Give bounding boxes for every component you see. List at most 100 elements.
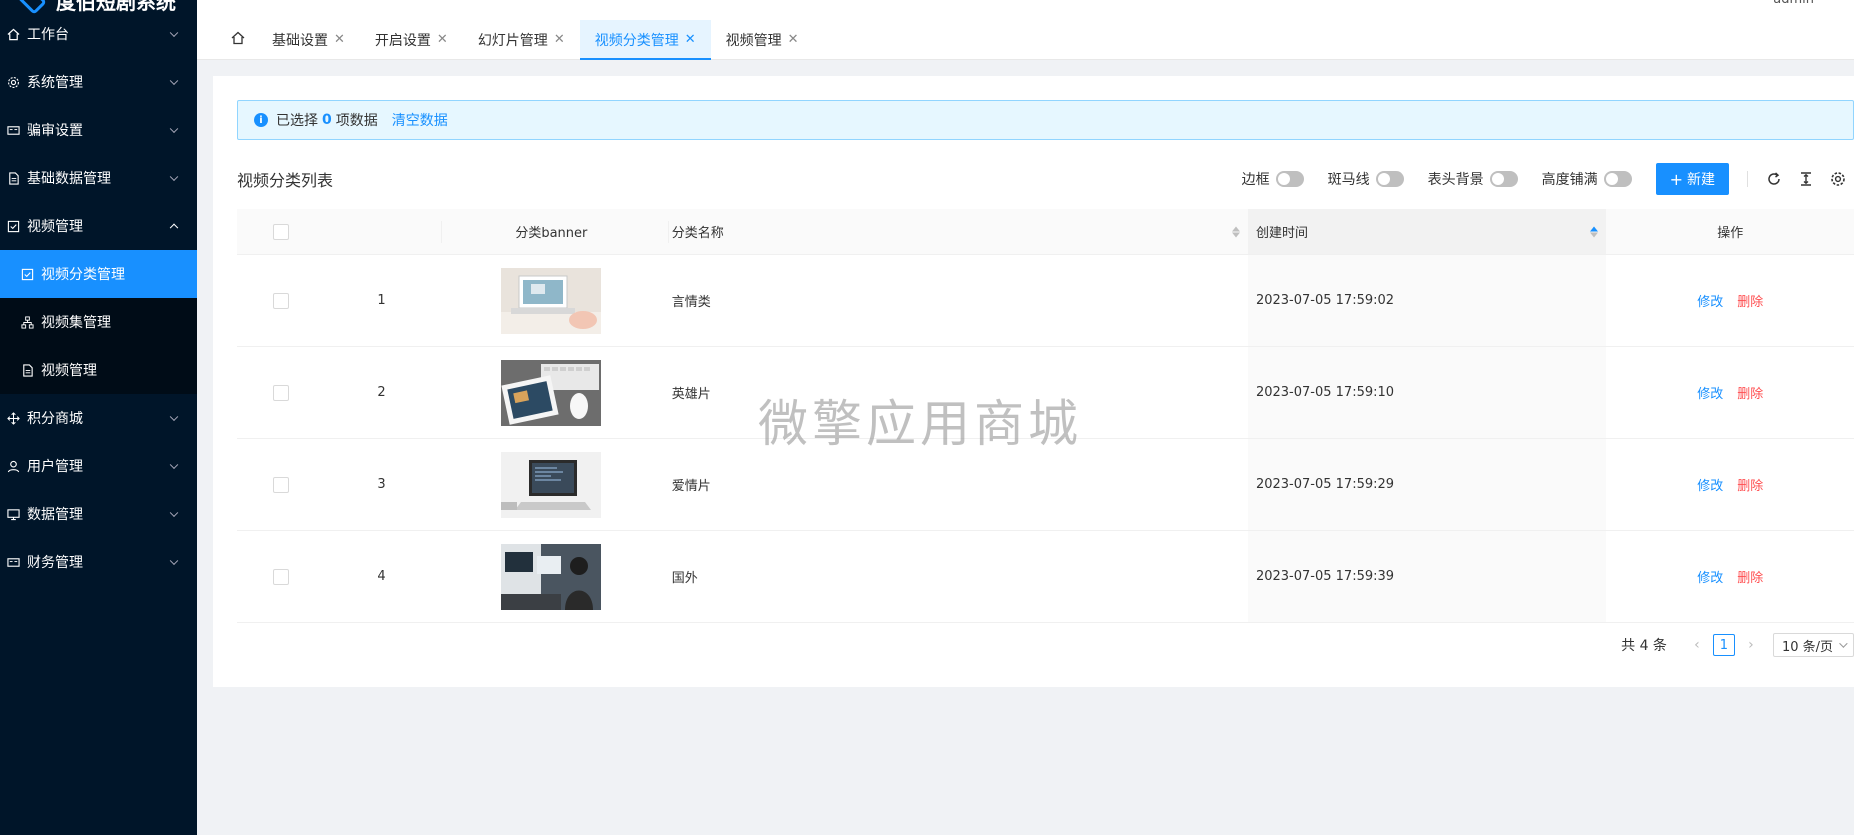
header-bg-switch[interactable] — [1489, 171, 1518, 187]
sidebar-item-label: 用户管理 — [27, 459, 83, 475]
row-check-cell — [237, 384, 324, 401]
row-time: 2023-07-05 17:59:10 — [1247, 347, 1607, 438]
column-height-icon[interactable] — [1797, 170, 1815, 188]
tab-video-category[interactable]: 视频分类管理 ✕ — [579, 20, 711, 60]
sidebar-item-system[interactable]: 系统管理 — [0, 58, 197, 106]
stripe-switch-group: 斑马线 — [1328, 169, 1404, 189]
chevron-down-icon — [169, 172, 179, 182]
close-icon[interactable]: ✕ — [788, 32, 799, 47]
row-check-cell — [237, 568, 324, 585]
tab-basic-settings[interactable]: 基础设置 ✕ — [257, 20, 360, 59]
select-all-checkbox[interactable] — [272, 223, 289, 240]
stripe-switch[interactable] — [1375, 171, 1404, 187]
check-square-icon — [6, 219, 20, 233]
setting-icon[interactable] — [1829, 170, 1847, 188]
table-row: 1 言情类 2023-07-05 17:59:02 修改 删除 — [237, 255, 1854, 347]
toolbar-actions: 边框 斑马线 表头背景 高度铺满 + 新建 — [1242, 162, 1854, 196]
file-icon — [20, 363, 34, 377]
tab-video-manage[interactable]: 视频管理 ✕ — [711, 20, 814, 59]
sidebar-item-video-manage[interactable]: 视频管理 — [0, 346, 197, 394]
close-icon[interactable]: ✕ — [437, 32, 448, 47]
switch-label: 斑马线 — [1327, 172, 1370, 188]
row-check-cell — [237, 292, 324, 309]
sidebar-item-points-mall[interactable]: 积分商城 — [0, 394, 197, 442]
chevron-down-icon — [169, 556, 179, 566]
tab-slides[interactable]: 幻灯片管理 ✕ — [463, 20, 580, 59]
desktop-icon — [6, 507, 20, 521]
banner-image[interactable] — [501, 267, 602, 334]
banner-image[interactable] — [501, 359, 602, 426]
close-icon[interactable]: ✕ — [554, 32, 565, 47]
move-icon — [6, 411, 20, 425]
edit-link[interactable]: 修改 — [1697, 291, 1723, 310]
row-banner-cell — [439, 359, 664, 426]
column-divider — [441, 221, 442, 243]
chevron-up-icon — [169, 223, 179, 233]
header-check-cell — [237, 223, 324, 240]
clear-selection-link[interactable]: 清空数据 — [392, 110, 448, 130]
row-checkbox[interactable] — [272, 476, 289, 493]
sidebar-item-video-category[interactable]: 视频分类管理 — [0, 250, 197, 298]
close-icon[interactable]: ✕ — [685, 32, 696, 47]
row-actions: 修改 删除 — [1606, 475, 1854, 494]
close-icon[interactable]: ✕ — [334, 32, 345, 47]
row-checkbox[interactable] — [272, 568, 289, 585]
home-icon — [231, 31, 245, 49]
delete-link[interactable]: 删除 — [1737, 475, 1763, 494]
refresh-icon[interactable] — [1765, 170, 1783, 188]
next-page-icon[interactable]: › — [1743, 637, 1759, 653]
row-banner-cell — [439, 451, 664, 518]
sidebar-item-workbench[interactable]: 工作台 — [0, 10, 197, 58]
sidebar-item-label: 工作台 — [27, 27, 69, 43]
page-size-select[interactable]: 10 条/页 — [1772, 633, 1854, 657]
sidebar-item-label: 系统管理 — [27, 75, 83, 91]
category-table: 分类banner 分类名称 创建时间 操作 1 言情类 2023-07-05 1… — [237, 209, 1854, 623]
row-checkbox[interactable] — [272, 292, 289, 309]
sidebar-item-video[interactable]: 视频管理 — [0, 202, 197, 250]
delete-link[interactable]: 删除 — [1737, 291, 1763, 310]
delete-link[interactable]: 删除 — [1737, 383, 1763, 402]
sidebar-item-label: 积分商城 — [27, 411, 83, 427]
sidebar-item-label: 基础数据管理 — [27, 171, 111, 187]
edit-link[interactable]: 修改 — [1697, 475, 1723, 494]
gear-icon — [6, 75, 20, 89]
row-actions: 修改 删除 — [1606, 567, 1854, 586]
delete-link[interactable]: 删除 — [1737, 567, 1763, 586]
header: admin — [197, 0, 1854, 20]
sidebar-item-basic-data[interactable]: 基础数据管理 — [0, 154, 197, 202]
tab-home[interactable] — [219, 20, 257, 59]
sidebar-item-users[interactable]: 用户管理 — [0, 442, 197, 490]
tab-open-settings[interactable]: 开启设置 ✕ — [360, 20, 463, 59]
header-bg-switch-group: 表头背景 — [1428, 169, 1518, 189]
header-name-label: 分类名称 — [671, 226, 724, 241]
chevron-down-icon — [169, 124, 179, 134]
header-time[interactable]: 创建时间 — [1247, 209, 1607, 254]
sidebar-item-data[interactable]: 数据管理 — [0, 490, 197, 538]
full-height-switch[interactable] — [1603, 171, 1632, 187]
sidebar-item-finance[interactable]: 财务管理 — [0, 538, 197, 586]
banner-image[interactable] — [501, 451, 602, 518]
border-switch[interactable] — [1275, 171, 1304, 187]
new-button[interactable]: + 新建 — [1655, 163, 1729, 195]
prev-page-icon[interactable]: ‹ — [1689, 637, 1705, 653]
sort-icon[interactable] — [1231, 226, 1240, 237]
banner-image[interactable] — [501, 543, 602, 610]
table-title: 视频分类列表 — [237, 171, 334, 190]
header-name[interactable]: 分类名称 — [664, 222, 1248, 241]
sidebar-item-review[interactable]: 骗审设置 — [0, 106, 197, 154]
sidebar-item-video-collection[interactable]: 视频集管理 — [0, 298, 197, 346]
row-time: 2023-07-05 17:59:02 — [1247, 255, 1607, 346]
logo: 度伯短剧系统 — [0, 0, 197, 15]
user-name[interactable]: admin — [1773, 0, 1814, 7]
info-icon: i — [254, 113, 268, 127]
page-number[interactable]: 1 — [1712, 634, 1735, 656]
user-icon — [6, 459, 20, 473]
row-checkbox[interactable] — [272, 384, 289, 401]
row-name: 言情类 — [671, 295, 711, 310]
edit-link[interactable]: 修改 — [1697, 383, 1723, 402]
sort-icon[interactable] — [1590, 226, 1599, 237]
header-time-label: 创建时间 — [1255, 226, 1308, 241]
edit-link[interactable]: 修改 — [1697, 567, 1723, 586]
row-actions: 修改 删除 — [1606, 383, 1854, 402]
tab-label: 幻灯片管理 — [477, 32, 548, 49]
